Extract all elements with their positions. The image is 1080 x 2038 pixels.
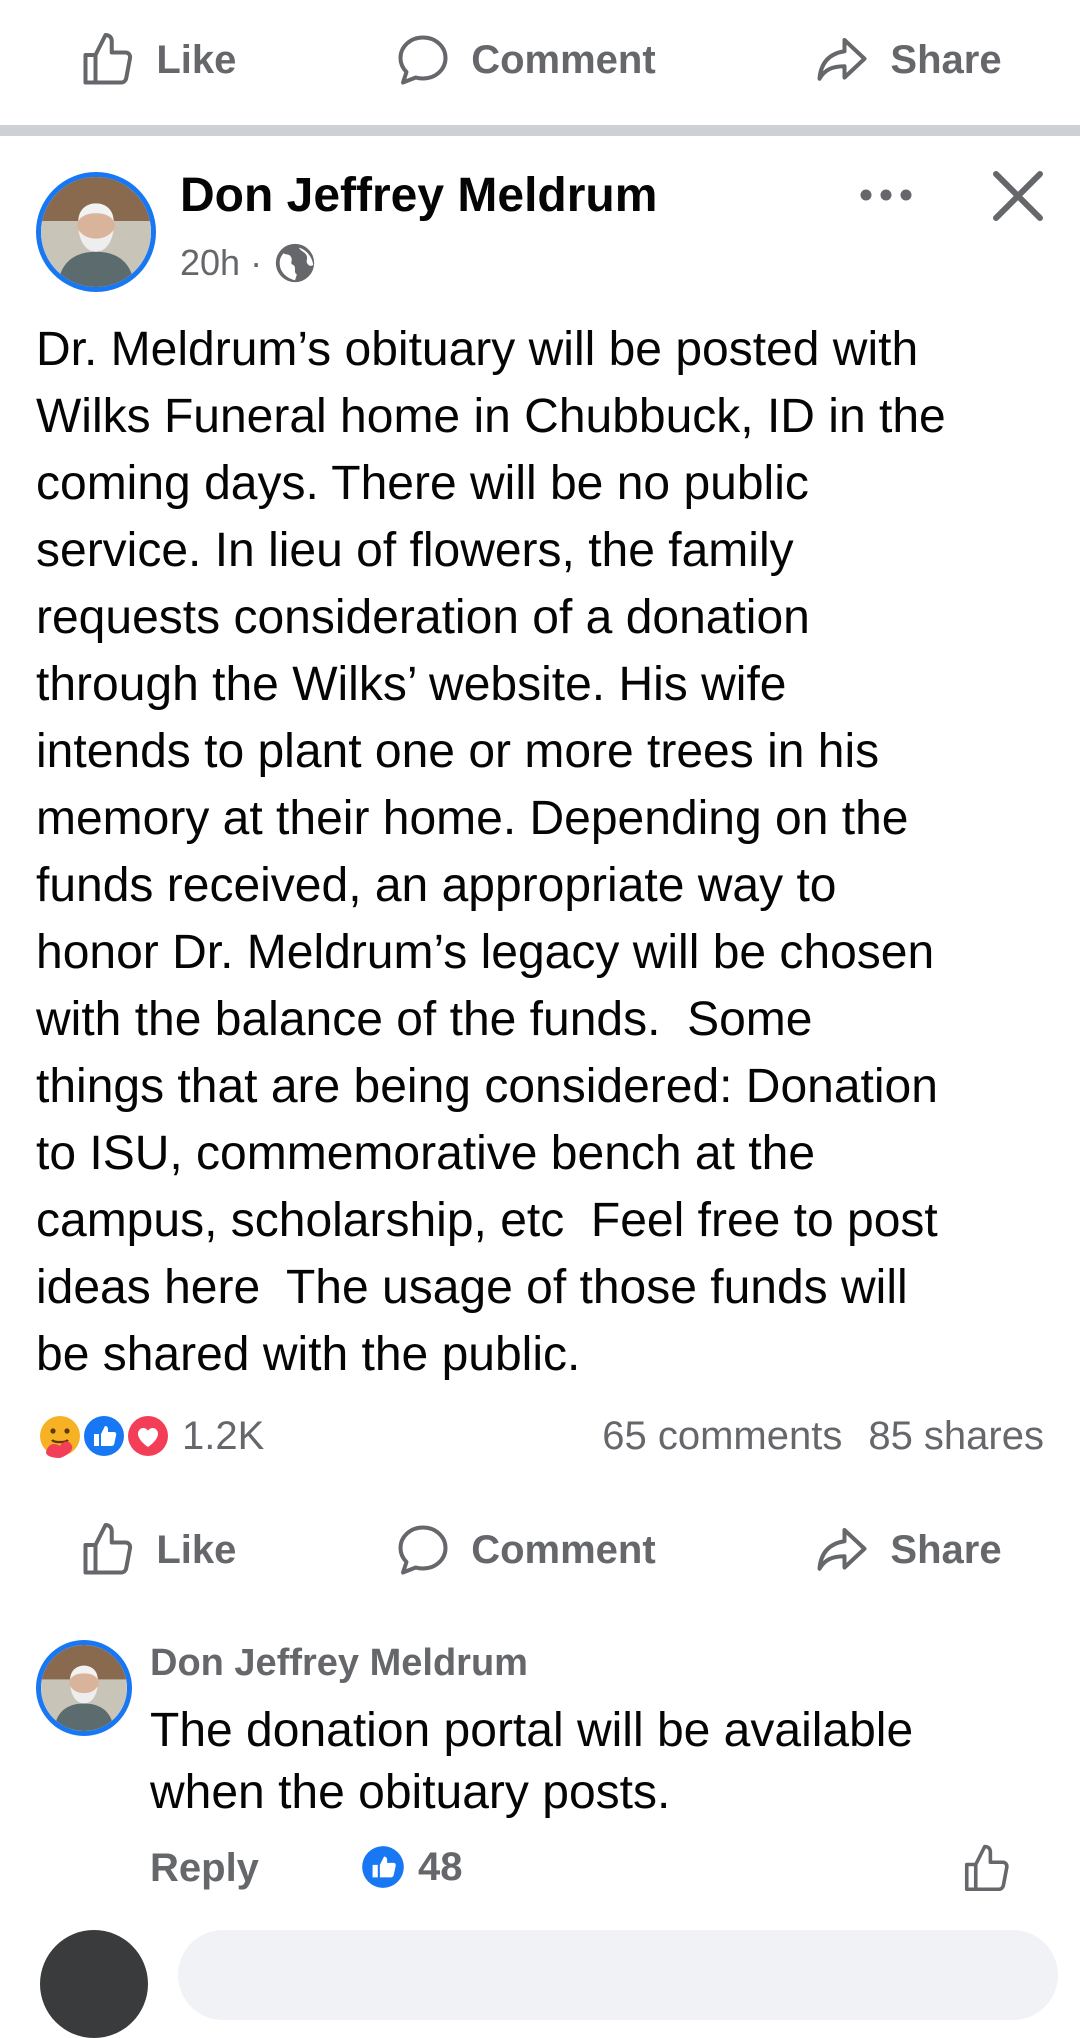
- post-stats: 65 comments 85 shares: [602, 1414, 1044, 1459]
- like-label: Like: [156, 37, 237, 82]
- comment-like-count[interactable]: 48: [358, 1842, 463, 1892]
- thumbs-up-icon: [960, 1842, 1014, 1896]
- more-dots-icon: [856, 170, 916, 220]
- share-button[interactable]: Share: [812, 30, 1002, 90]
- post-comment-button[interactable]: Comment: [393, 1520, 656, 1580]
- reaction-icons: [36, 1412, 171, 1460]
- comment-actions: Reply 48: [150, 1842, 1030, 1898]
- more-options-button[interactable]: [856, 170, 916, 220]
- post-author-name[interactable]: Don Jeffrey Meldrum: [180, 168, 657, 223]
- comment-author-name[interactable]: Don Jeffrey Meldrum: [150, 1642, 528, 1685]
- share-arrow-icon: [812, 1520, 872, 1580]
- like-label: Like: [156, 1527, 237, 1572]
- comment-bubble-icon: [393, 1520, 453, 1580]
- section-divider: [0, 125, 1080, 136]
- reply-button[interactable]: Reply: [150, 1846, 259, 1891]
- close-icon: [990, 168, 1046, 224]
- author-avatar[interactable]: [36, 172, 156, 292]
- comment-label: Comment: [471, 1527, 656, 1572]
- comment-bubble-icon: [393, 30, 453, 90]
- comment-author-avatar[interactable]: [36, 1640, 132, 1736]
- like-reaction-icon: [80, 1412, 127, 1460]
- next-comment-bubble[interactable]: [178, 1930, 1058, 2020]
- reaction-count: 1.2K: [182, 1413, 265, 1458]
- post-timestamp[interactable]: 20h: [180, 242, 240, 284]
- post-meta: 20h ·: [180, 240, 318, 286]
- next-comment-avatar[interactable]: [40, 1930, 148, 2038]
- comment-text: The donation portal will be available wh…: [150, 1704, 914, 1819]
- globe-icon: [272, 240, 318, 286]
- thumbs-up-icon: [78, 30, 138, 90]
- share-label: Share: [890, 1527, 1002, 1572]
- comment-button[interactable]: Comment: [393, 30, 656, 90]
- post-body-text: Dr. Meldrum’s obituary will be posted wi…: [36, 323, 946, 1381]
- like-reaction-icon: [358, 1842, 408, 1892]
- top-action-bar: Like Comment Share: [0, 0, 1080, 120]
- meta-separator: ·: [250, 242, 263, 283]
- comments-count[interactable]: 65 comments: [602, 1414, 842, 1459]
- comment-like-button[interactable]: [960, 1842, 1014, 1896]
- close-button[interactable]: [990, 168, 1046, 224]
- post-action-bar: Like Comment Share: [0, 1490, 1080, 1610]
- share-arrow-icon: [812, 30, 872, 90]
- comment-likes-value: 48: [418, 1844, 463, 1889]
- care-reaction-icon: [36, 1412, 82, 1460]
- shares-count[interactable]: 85 shares: [868, 1414, 1044, 1459]
- thumbs-up-icon: [78, 1520, 138, 1580]
- like-button[interactable]: Like: [78, 30, 236, 90]
- reaction-summary[interactable]: 1.2K: [36, 1412, 264, 1460]
- post-share-button[interactable]: Share: [812, 1520, 1002, 1580]
- post-like-button[interactable]: Like: [78, 1520, 236, 1580]
- share-label: Share: [890, 37, 1002, 82]
- love-reaction-icon: [124, 1412, 171, 1460]
- comment-label: Comment: [471, 37, 656, 82]
